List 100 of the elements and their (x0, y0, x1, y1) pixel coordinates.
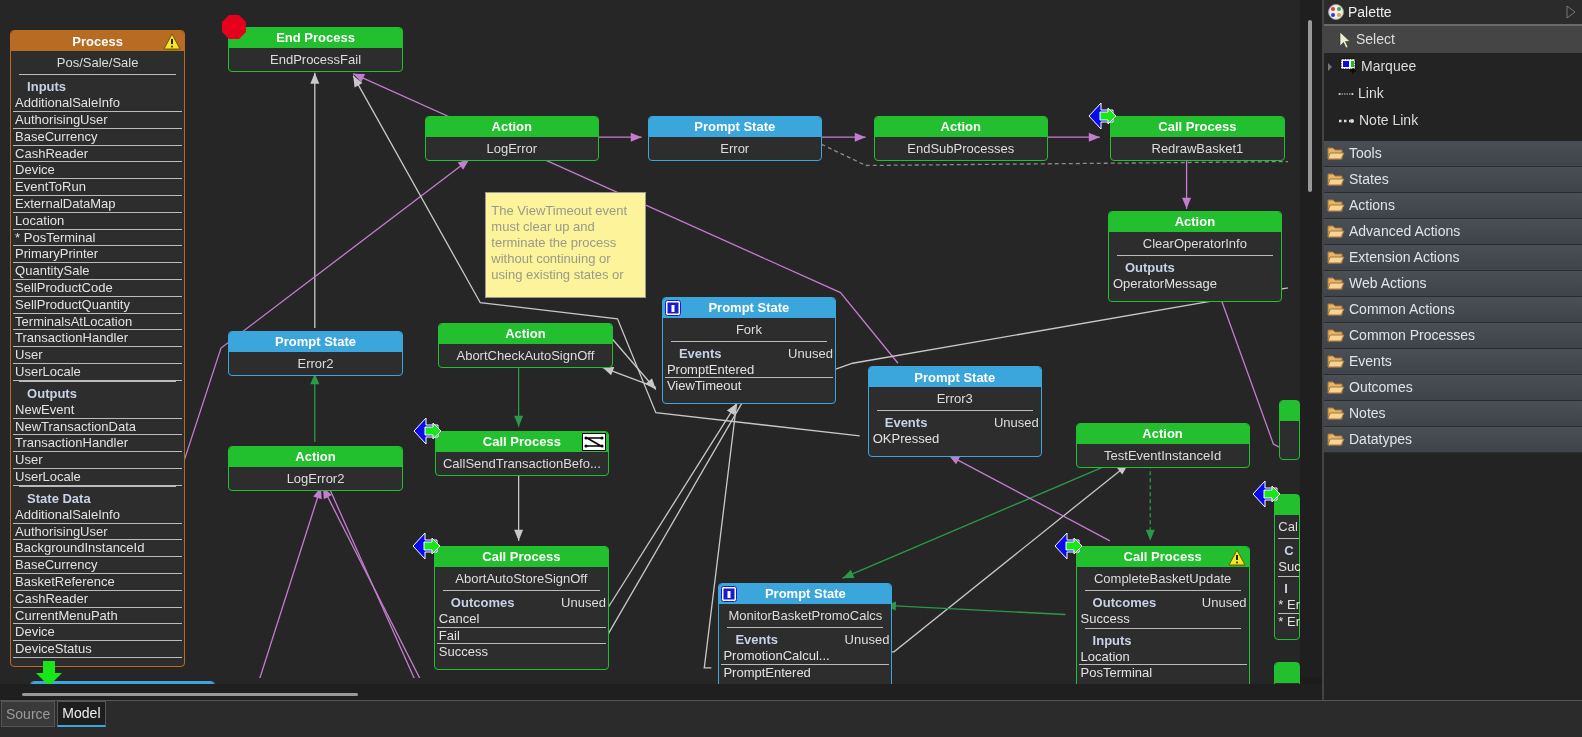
port-label[interactable]: AuthorisingUser (13, 112, 183, 129)
tool-item[interactable]: Marquee (1324, 53, 1582, 80)
action-node[interactable]: Action TestEventInstanceId (1075, 422, 1250, 468)
port-label[interactable]: CashReader (13, 590, 183, 608)
prompt-state-node[interactable]: Prompt State Error (647, 116, 822, 162)
port-label[interactable]: PromotionCalcul... (721, 648, 890, 665)
palette-drawer[interactable]: Datatypes (1324, 427, 1582, 453)
palette-drawer[interactable]: Extension Actions (1324, 245, 1582, 271)
port-label[interactable]: PrimaryPrinter (13, 246, 183, 264)
port-label[interactable]: BaseCurrency (13, 557, 183, 574)
palette-drawer[interactable]: Tools (1324, 141, 1582, 167)
prompt-state-node[interactable]: Prompt State Fork Events Unused PromptEntered ViewTimeout (661, 296, 836, 405)
palette-drawer[interactable]: Actions (1324, 193, 1582, 219)
port-label[interactable]: BackgroundInstanceId (13, 540, 183, 558)
port-label[interactable]: NewTransactionData (13, 418, 183, 436)
call-process-node[interactable]: Call Process CallSendTransactionBefo... (434, 430, 609, 476)
palette-drawer[interactable]: Outcomes (1324, 375, 1582, 401)
action-node[interactable] (1279, 399, 1300, 460)
node-title: Call Process (482, 433, 561, 452)
port-label[interactable]: DeviceStatus (13, 641, 183, 658)
call-process-node[interactable]: Call Process CompleteBasketUpdate Outcomes Unused Success Inputs Location PosTerminal (1075, 545, 1250, 684)
editor-tab[interactable]: Model (57, 701, 106, 727)
section-title: Outcomes (1092, 594, 1157, 611)
action-node[interactable]: Action LogError (424, 116, 599, 162)
folder-icon (1327, 146, 1345, 161)
collapse-icon[interactable] (1566, 5, 1576, 19)
section-title: Inputs (27, 79, 67, 96)
port-label[interactable]: AuthorisingUser (13, 523, 183, 541)
port-label[interactable]: SellProductQuantity (13, 296, 183, 314)
diagram-canvas[interactable] (0, 0, 1300, 684)
port-label[interactable]: UserLocale (13, 469, 183, 486)
port-label[interactable]: Cancel (436, 610, 606, 628)
port-label[interactable]: Success (436, 644, 606, 662)
port-label[interactable]: AdditionalSaleInfo (13, 506, 183, 524)
palette-drawer[interactable]: Advanced Actions (1324, 219, 1582, 245)
marquee-icon (1340, 58, 1357, 75)
port-label[interactable]: BasketReference (13, 574, 183, 591)
port-label[interactable]: CashReader (13, 145, 183, 163)
port-label[interactable]: PosTerminal (1078, 665, 1247, 683)
port-label[interactable]: EventToRun (13, 179, 183, 197)
port-label[interactable]: ViewTimeout (664, 378, 833, 396)
port-label[interactable]: SellProductCode (13, 280, 183, 297)
node-name: Error3 (935, 390, 974, 409)
port-label[interactable]: Device (13, 162, 183, 180)
tool-item[interactable]: Select (1324, 26, 1582, 53)
action-node[interactable]: Action ClearOperatorInfo Outputs OperatorMessage (1107, 210, 1282, 302)
port-label[interactable]: User (13, 347, 183, 364)
port-label[interactable]: Device (13, 624, 183, 642)
tool-item[interactable]: Link (1324, 80, 1582, 107)
tool-item[interactable]: Note Link (1324, 107, 1582, 134)
scroll-thumb[interactable] (1308, 20, 1312, 192)
prompt-state-node[interactable]: Prompt State Error3 Events Unused OKPressed (867, 366, 1042, 458)
port-label[interactable]: * PosTerminal (13, 229, 183, 247)
port-label[interactable]: Location (1078, 648, 1247, 666)
port-label[interactable]: PromptEntered (664, 361, 833, 379)
palette-drawer[interactable]: Events (1324, 349, 1582, 375)
note-text: The ViewTimeout event must clear up and terminate the process without continuing or using existing states or (485, 191, 647, 298)
port-label[interactable]: NewEvent (13, 401, 183, 419)
node-name: AbortAutoStoreSignOff (454, 569, 589, 588)
port-label[interactable]: BaseCurrency (13, 128, 183, 146)
call-process-node[interactable]: Call Process RedrawBasket1 (1109, 116, 1285, 162)
node-title: Call Process (1123, 548, 1202, 567)
editor-tab[interactable]: Source (1, 701, 56, 727)
port-label[interactable]: TerminalsAtLocation (13, 313, 183, 331)
section-title: Events (735, 632, 779, 649)
expand-icon[interactable] (1328, 62, 1332, 71)
action-node[interactable]: Action EndSubProcesses (873, 116, 1048, 162)
port-label[interactable]: OKPressed (870, 431, 1039, 449)
port-label[interactable]: TransactionHandler (13, 330, 183, 348)
palette-drawer[interactable]: Notes (1324, 401, 1582, 427)
process-node[interactable] (10, 30, 186, 667)
panel-title: Palette (1348, 2, 1393, 22)
call-process-node[interactable]: Call Process AbortAutoStoreSignOff Outcomes Unused Cancel Fail Success (433, 545, 609, 671)
action-node[interactable]: Action AbortCheckAutoSignOff (437, 322, 613, 368)
scroll-thumb[interactable] (22, 693, 358, 696)
palette-drawer[interactable]: Common Processes (1324, 323, 1582, 349)
port-label[interactable]: UserLocale (13, 364, 183, 381)
folder-icon (1327, 250, 1345, 265)
palette-drawer[interactable]: Common Actions (1324, 297, 1582, 323)
port-label[interactable]: TransactionHandler (13, 435, 183, 453)
port-label[interactable]: QuantitySale (13, 263, 183, 281)
node-name: Error (719, 140, 751, 159)
action-node[interactable]: Action LogError2 (228, 445, 404, 491)
port-label[interactable]: User (13, 452, 183, 469)
port-label[interactable]: OperatorMessage (1110, 275, 1279, 293)
palette-drawer[interactable]: States (1324, 167, 1582, 193)
node-name: LogError (485, 140, 539, 159)
port-label[interactable]: CurrentMenuPath (13, 607, 183, 625)
port-label[interactable]: Success (1078, 610, 1247, 628)
prompt-state-node[interactable]: Prompt State MonitorBasketPromoCalcs Events Unused PromotionCalcul... PromptEntered (718, 583, 893, 684)
end-process-node[interactable]: End Process EndProcessFail (228, 27, 404, 73)
port-label[interactable]: Fail (436, 627, 606, 645)
port-label[interactable]: AdditionalSaleInfo (13, 95, 183, 113)
port-label[interactable]: ExternalDataMap (13, 196, 183, 213)
palette-drawer[interactable]: Web Actions (1324, 271, 1582, 297)
folder-icon (1327, 302, 1345, 317)
port-label[interactable]: Location (13, 212, 183, 230)
port-label[interactable]: PromptEntered (721, 665, 890, 682)
node-title: Process (72, 32, 123, 51)
prompt-state-node[interactable]: Prompt State Error2 (228, 330, 404, 376)
